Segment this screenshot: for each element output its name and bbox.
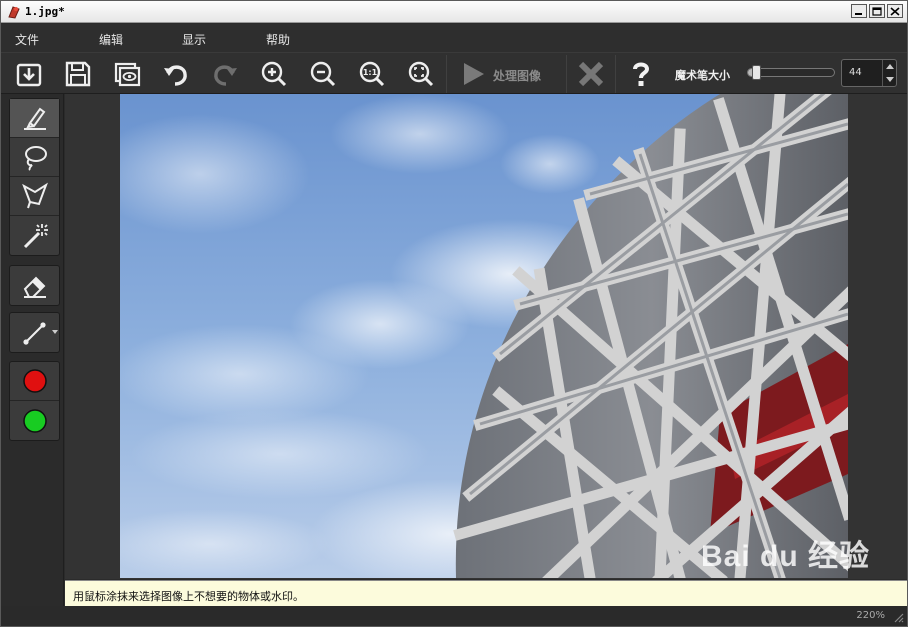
zoom-actual-button[interactable]: 1:1 (356, 58, 388, 90)
selection-tool-group (9, 98, 60, 256)
toolbar-separator (566, 55, 567, 93)
zoom-actual-icon: 1:1 (359, 61, 385, 87)
play-icon (464, 63, 484, 85)
zoom-fit-button[interactable] (405, 58, 437, 90)
toolbar-separator (615, 55, 616, 93)
zoom-actual-glyph: 1:1 (363, 68, 378, 77)
brush-size-slider[interactable] (747, 65, 835, 80)
magic-wand-icon (23, 223, 48, 248)
line-tool-icon (22, 321, 46, 345)
spin-up-button[interactable] (883, 60, 896, 73)
green-color-icon (22, 408, 47, 433)
redo-button[interactable] (209, 58, 241, 90)
zoom-in-button[interactable] (258, 58, 290, 90)
line-tool-group (9, 312, 60, 353)
undo-icon (164, 65, 187, 86)
marker-icon (23, 107, 46, 130)
menu-file[interactable]: 文件 (15, 31, 39, 48)
eraser-icon (23, 276, 46, 298)
title-bar[interactable]: 1.jpg* (1, 1, 907, 23)
save-button[interactable] (62, 58, 94, 90)
tool-panel (1, 94, 64, 626)
process-image-button[interactable] (457, 58, 489, 90)
marker-tool-button[interactable] (10, 99, 59, 138)
zoom-fit-icon (408, 61, 434, 87)
cancel-button[interactable] (575, 58, 607, 90)
zoom-out-button[interactable] (307, 58, 339, 90)
maximize-button[interactable] (869, 4, 885, 18)
eraser-tool-button[interactable] (10, 266, 59, 305)
stadium-photo[interactable] (120, 94, 848, 578)
dropdown-arrow-icon[interactable] (52, 330, 58, 334)
red-color-icon (22, 369, 47, 393)
hint-bar: 用鼠标涂抹来选择图像上不想要的物体或水印。 (65, 580, 907, 606)
undo-button[interactable] (160, 58, 192, 90)
brush-size-spinbox[interactable]: 44 (841, 59, 897, 87)
resize-grip-icon[interactable] (892, 611, 904, 623)
preview-icon (114, 62, 141, 87)
chevron-down-icon (885, 77, 894, 82)
import-icon (16, 63, 42, 87)
app-icon (7, 5, 21, 19)
brush-size-slider-thumb[interactable] (752, 65, 761, 80)
polygon-lasso-icon (21, 182, 48, 209)
cancel-icon (578, 61, 604, 87)
redo-icon (214, 65, 237, 86)
brush-size-value[interactable]: 44 (849, 67, 862, 78)
toolbar-separator (446, 55, 447, 93)
green-color-button[interactable] (10, 401, 59, 440)
eraser-tool-group (9, 265, 60, 306)
brush-size-label: 魔术笔大小 (675, 69, 730, 82)
zoom-level: 220% (856, 610, 885, 621)
chevron-up-icon (885, 64, 894, 69)
menu-view[interactable]: 显示 (182, 31, 206, 48)
status-bar: 220% (1, 606, 907, 626)
lasso-tool-button[interactable] (10, 138, 59, 177)
lasso-icon (24, 146, 47, 171)
zoom-out-icon (310, 61, 336, 87)
red-color-button[interactable] (10, 362, 59, 401)
save-icon (65, 61, 91, 87)
magic-wand-tool-button[interactable] (10, 216, 59, 255)
process-image-label[interactable]: 处理图像 (493, 67, 541, 84)
minimize-button[interactable] (851, 4, 867, 18)
color-tool-group (9, 361, 60, 441)
hint-text: 用鼠标涂抹来选择图像上不想要的物体或水印。 (73, 590, 304, 603)
spin-down-button[interactable] (883, 73, 896, 86)
menu-bar: 文件 编辑 显示 帮助 (1, 24, 907, 52)
zoom-in-icon (261, 61, 287, 87)
help-icon (633, 62, 650, 86)
menu-edit[interactable]: 编辑 (99, 31, 123, 48)
preview-button[interactable] (111, 58, 143, 90)
menu-help[interactable]: 帮助 (266, 31, 290, 48)
line-tool-button[interactable] (10, 313, 59, 352)
window-title: 1.jpg* (25, 5, 65, 18)
close-button[interactable] (887, 4, 903, 18)
help-button[interactable] (625, 58, 657, 90)
polygon-lasso-tool-button[interactable] (10, 177, 59, 216)
image-canvas[interactable] (65, 94, 907, 579)
import-button[interactable] (13, 58, 45, 90)
app-window: 1.jpg* 文件 编辑 显示 帮助 1:1 处理图像 魔术笔大小 44 Bai… (0, 0, 908, 627)
